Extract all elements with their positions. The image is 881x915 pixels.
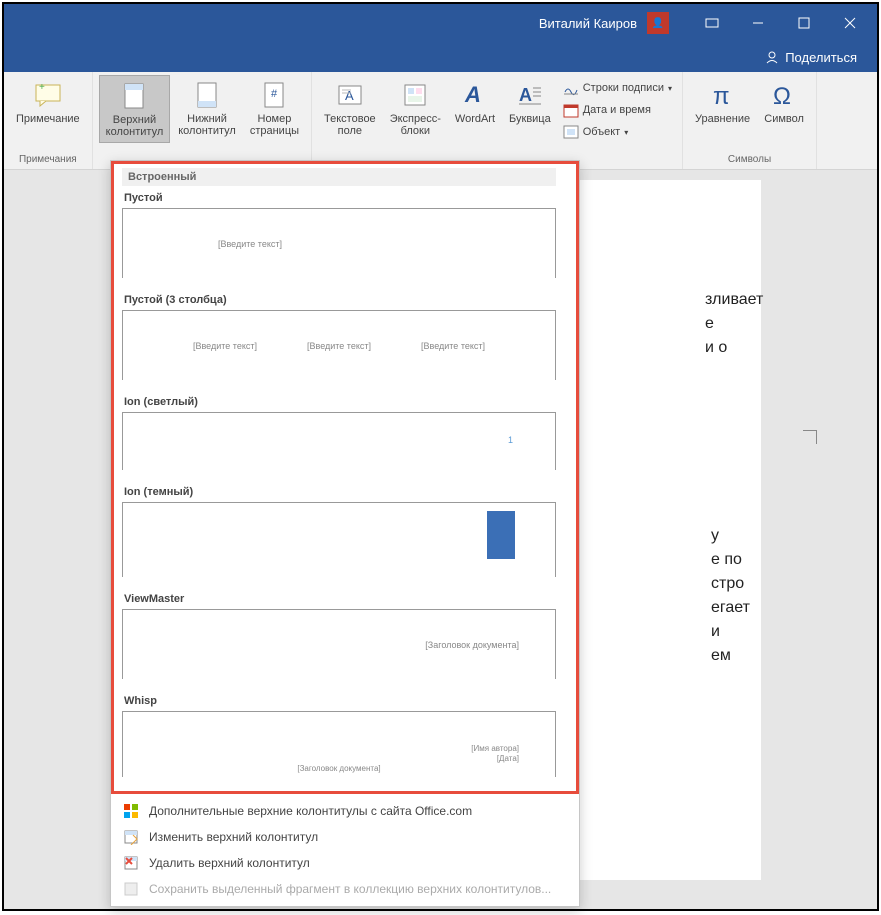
remove-header-icon [123,855,139,871]
page-number-icon: # [258,79,290,111]
gallery-item-label: Пустой [122,186,556,208]
share-icon [765,50,779,64]
share-bar: Поделиться [4,42,877,72]
maximize-button[interactable] [781,4,827,42]
gallery-item-label: Пустой (3 столбца) [122,288,556,310]
quickparts-button[interactable]: Экспресс- блоки [384,75,447,141]
symbol-button[interactable]: Ω Символ [758,75,810,129]
page-number-button[interactable]: # Номер страницы [244,75,305,141]
header-icon [118,80,150,112]
svg-text:+: + [39,83,45,93]
comment-button[interactable]: + Примечание [10,75,86,129]
ribbon-group-comments: + Примечание Примечания [4,72,93,169]
footer-icon [191,79,223,111]
footer-button[interactable]: Нижний колонтитул [172,75,242,141]
gallery-item-three-col[interactable]: [Введите текст] [Введите текст] [Введите… [122,310,556,380]
gallery-item-label: Ion (темный) [122,480,556,502]
avatar[interactable]: 👤 [647,12,669,34]
gallery-item-ion-dark[interactable]: 1 [122,502,556,577]
ribbon-group-text: A Текстовое поле Экспресс- блоки A WordA… [312,72,683,169]
gallery-item-viewmaster[interactable]: [Заголовок документа] [122,609,556,679]
dropcap-button[interactable]: A Буквица [503,75,557,129]
gallery-item-label: ViewMaster [122,587,556,609]
ribbon-group-header-footer: Верхний колонтитул Нижний колонтитул # Н… [93,72,312,169]
paragraph: зливает е и о [705,288,763,504]
gallery-item-label: Ion (светлый) [122,390,556,412]
gallery-item-label: Whisp [122,689,556,711]
edit-header-menu[interactable]: Изменить верхний колонтитул [111,824,579,850]
header-dropdown: Встроенный Пустой [Введите текст] Пустой… [110,160,580,907]
header-button[interactable]: Верхний колонтитул [99,75,171,143]
gallery-category: Встроенный [122,168,556,186]
quickparts-icon [399,79,431,111]
dropcap-icon: A [514,79,546,111]
paragraph: у е по стро егает и ем [711,524,750,692]
svg-text:A: A [464,82,481,107]
gallery-item-ion-light[interactable]: 1 [122,412,556,470]
signature-icon [563,80,579,96]
user-name: Виталий Каиров [539,16,637,31]
calendar-icon [563,102,579,118]
object-icon [563,124,579,140]
comment-icon: + [32,79,64,111]
svg-text:Ω: Ω [773,83,791,110]
signature-line-button[interactable]: Строки подписи ▾ [559,77,676,99]
svg-text:#: # [271,88,278,100]
margin-corner [797,430,817,450]
wordart-icon: A [459,79,491,111]
minimize-button[interactable] [735,4,781,42]
header-gallery: Встроенный Пустой [Введите текст] Пустой… [111,161,579,794]
save-icon [123,881,139,897]
equation-button[interactable]: π Уравнение [689,75,756,129]
titlebar: Виталий Каиров 👤 [4,4,877,42]
more-headers-menu[interactable]: Дополнительные верхние колонтитулы с сай… [111,798,579,824]
save-selection-menu: Сохранить выделенный фрагмент в коллекци… [111,876,579,902]
edit-header-icon [123,829,139,845]
date-time-button[interactable]: Дата и время [559,99,676,121]
gallery-item-empty[interactable]: [Введите текст] [122,208,556,278]
textbox-button[interactable]: A Текстовое поле [318,75,382,141]
close-button[interactable] [827,4,873,42]
share-button[interactable]: Поделиться [765,50,857,65]
symbol-icon: Ω [768,79,800,111]
dropdown-menu: Дополнительные верхние колонтитулы с сай… [111,794,579,906]
ribbon-group-symbols: π Уравнение Ω Символ Символы [683,72,817,169]
ribbon-options-button[interactable] [689,4,735,42]
svg-text:A: A [519,85,532,105]
svg-text:π: π [713,83,730,110]
ribbon: + Примечание Примечания Верхний колонтит… [4,72,877,170]
remove-header-menu[interactable]: Удалить верхний колонтитул [111,850,579,876]
textbox-icon: A [334,79,366,111]
object-button[interactable]: Объект ▾ [559,121,676,143]
wordart-button[interactable]: A WordArt [449,75,501,129]
gallery-item-whisp[interactable]: [Имя автора][Дата] [Заголовок документа] [122,711,556,777]
equation-icon: π [707,79,739,111]
office-icon [123,803,139,819]
